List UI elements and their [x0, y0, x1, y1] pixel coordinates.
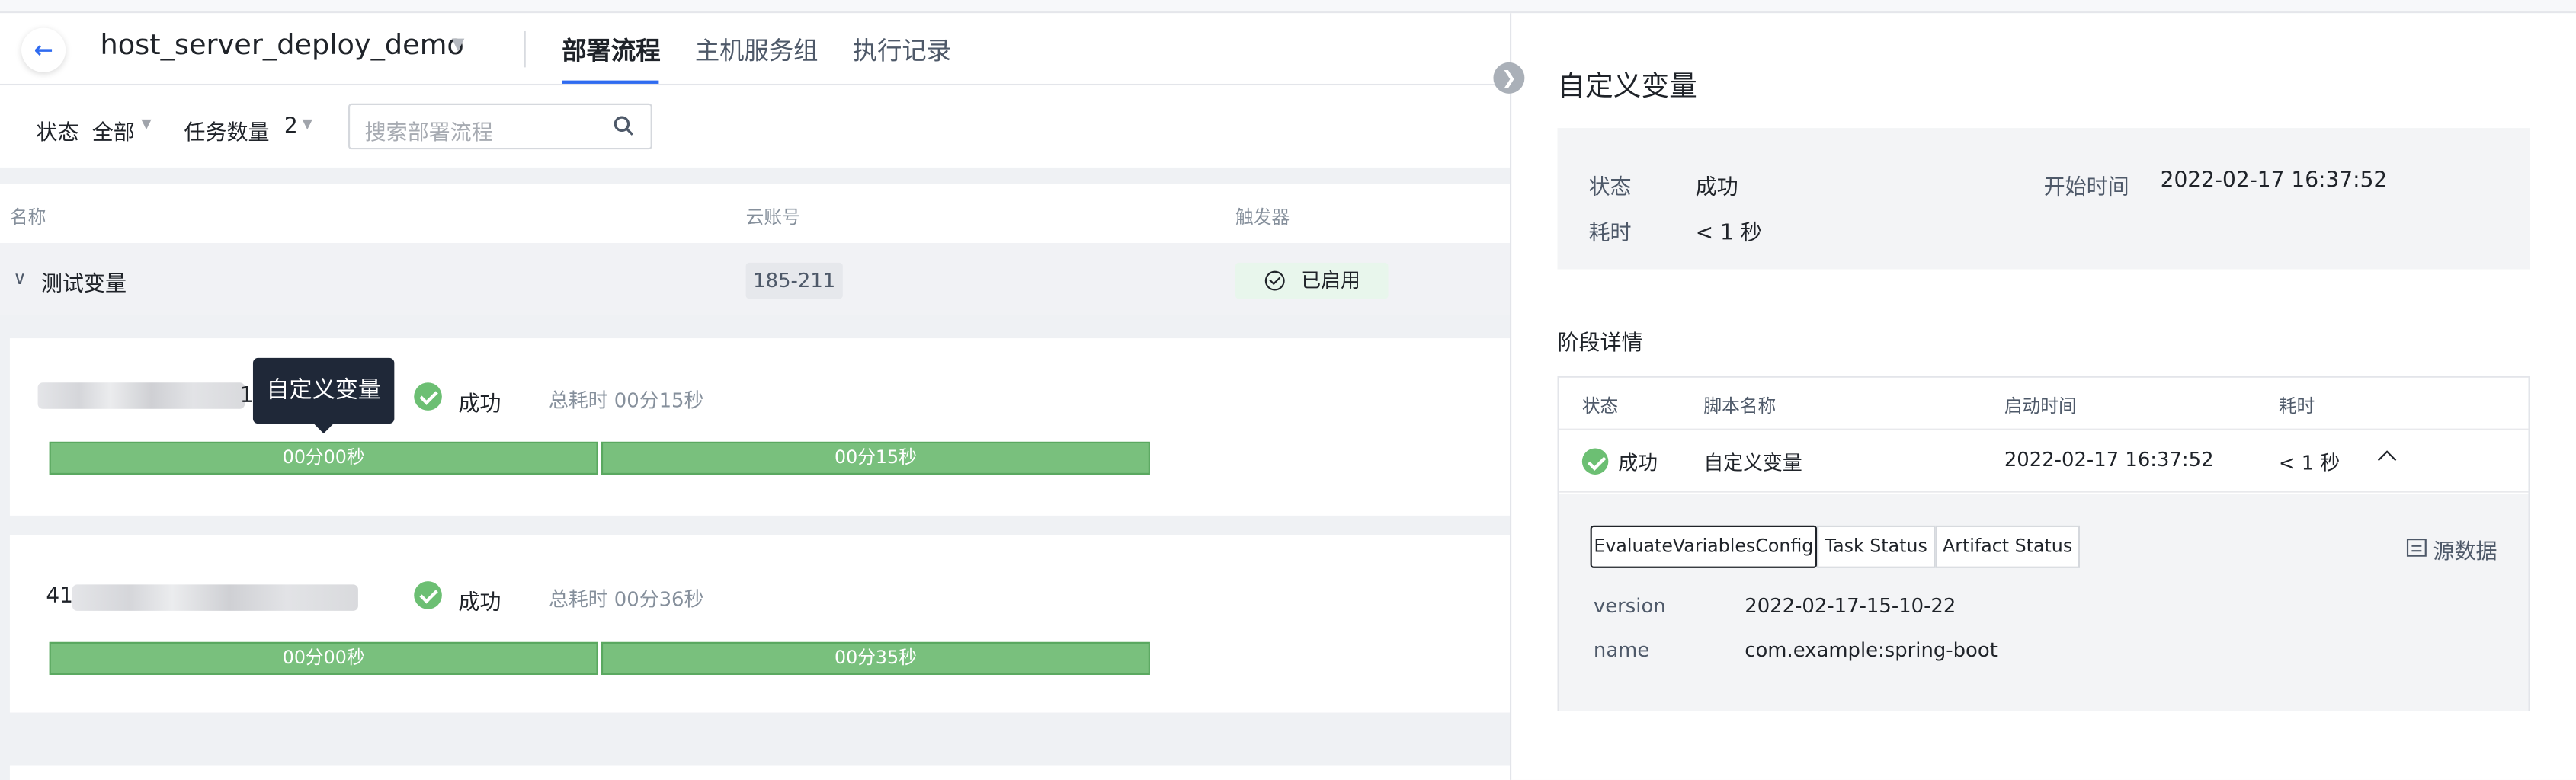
collapse-drawer-button[interactable]: ❯: [1493, 62, 1525, 94]
chevron-up-icon[interactable]: [2377, 450, 2397, 469]
kv-key: version: [1593, 594, 1666, 618]
elapsed-value: < 1 秒: [1695, 222, 1762, 247]
page-header: ← host_server_deploy_demo ▼ 部署流程 主机服务组 执…: [0, 13, 1512, 86]
chevron-right-icon: ❯: [1501, 67, 1517, 89]
tab-deploy-flow[interactable]: 部署流程: [562, 33, 660, 67]
tab-host-service-group[interactable]: 主机服务组: [695, 33, 819, 67]
stage-details-title: 阶段详情: [1557, 331, 1643, 356]
search-icon[interactable]: [613, 115, 634, 136]
run-total-duration: 总耗时 00分36秒: [548, 587, 704, 611]
back-button[interactable]: ←: [21, 27, 66, 72]
raw-data-label: 源数据: [2433, 540, 2498, 565]
trigger-status-text: 已启用: [1301, 269, 1360, 292]
status-filter-label: 状态: [36, 121, 79, 146]
run-card[interactable]: 41 成功 总耗时 00分36秒 00分00秒 00分35秒: [9, 535, 1512, 713]
chevron-down-icon[interactable]: ▼: [303, 117, 312, 131]
row-start-time: 2022-02-17 16:37:52: [2004, 448, 2214, 472]
success-icon: [414, 581, 442, 609]
list-icon: [2406, 539, 2427, 557]
run-id-suffix: 1: [239, 384, 254, 409]
kv-value: 2022-02-17-15-10-22: [1745, 594, 1956, 618]
column-script-name: 脚本名称: [1703, 395, 1777, 417]
status-filter-value[interactable]: 全部: [92, 115, 135, 146]
task-count-label: 任务数量: [184, 121, 270, 146]
run-id-prefix: 41: [46, 584, 74, 609]
task-count-value[interactable]: 2: [284, 115, 298, 139]
table-row[interactable]: 成功 自定义变量 2022-02-17 16:37:52 < 1 秒: [1559, 430, 2529, 493]
column-status: 状态: [1581, 395, 1619, 417]
chevron-down-icon[interactable]: ▼: [452, 36, 465, 54]
redacted-run-id: [72, 584, 358, 611]
account-tag: 185-211: [745, 262, 843, 299]
search-input[interactable]: 搜索部署流程: [348, 103, 652, 150]
column-elapsed: 耗时: [2278, 395, 2315, 417]
trigger-status-badge: 已启用: [1235, 262, 1389, 299]
check-circle-icon: [1264, 270, 1285, 291]
raw-data-button[interactable]: 源数据: [2406, 534, 2498, 565]
table-header: 名称 云账号 触发器: [0, 184, 1512, 244]
stage-tooltip: 自定义变量: [252, 357, 395, 434]
status-label: 状态: [1588, 175, 1632, 200]
kv-key: name: [1593, 638, 1650, 662]
active-tab-indicator: [562, 80, 659, 84]
redacted-run-id: [37, 382, 245, 409]
top-border: [0, 0, 2576, 14]
column-start-time: 启动时间: [2004, 395, 2077, 417]
start-time-value: 2022-02-17 16:37:52: [2160, 169, 2388, 194]
row-elapsed: < 1 秒: [2278, 451, 2341, 475]
status-value: 成功: [1695, 175, 1738, 200]
stage-table-header: 状态 脚本名称 启动时间 耗时: [1559, 378, 2529, 430]
group-name: 测试变量: [40, 272, 127, 298]
stage-table: 状态 脚本名称 启动时间 耗时 成功 自定义变量 2022-02-17 16:3…: [1557, 376, 2530, 711]
stage-expanded-detail: EvaluateVariablesConfig Task Status Arti…: [1559, 494, 2529, 711]
run-card[interactable]: 1 成功 总耗时 00分15秒 00分00秒 00分15秒: [9, 338, 1512, 516]
row-script-name: 自定义变量: [1703, 451, 1802, 475]
app-title[interactable]: host_server_deploy_demo: [100, 30, 463, 62]
filter-bar: 状态 全部 ▼ 任务数量 2 ▼ 搜索部署流程: [0, 85, 1512, 168]
arrow-left-icon: ←: [34, 37, 53, 63]
run-total-duration: 总耗时 00分15秒: [548, 388, 704, 413]
app-root: ← host_server_deploy_demo ▼ 部署流程 主机服务组 执…: [0, 0, 2576, 780]
stage-bar[interactable]: 00分00秒: [49, 441, 598, 475]
search-placeholder: 搜索部署流程: [364, 121, 493, 146]
tab-task-status[interactable]: Task Status: [1817, 525, 1936, 568]
success-icon: [1581, 448, 1609, 475]
run-status: 成功: [458, 392, 501, 417]
run-status: 成功: [458, 591, 501, 616]
group-row[interactable]: ∨ 测试变量 185-211 已启用: [0, 243, 1512, 315]
stage-summary: 状态 成功 开始时间 2022-02-17 16:37:52 耗时 < 1 秒: [1557, 128, 2530, 270]
tab-artifact-status[interactable]: Artifact Status: [1935, 525, 2080, 568]
tab-evaluate-variables-config[interactable]: EvaluateVariablesConfig: [1590, 525, 1818, 568]
start-time-label: 开始时间: [2043, 175, 2129, 200]
stage-bar[interactable]: 00分00秒: [49, 641, 598, 675]
stage-bar[interactable]: 00分15秒: [601, 441, 1150, 475]
divider: [524, 30, 526, 68]
stage-bar[interactable]: 00分35秒: [601, 641, 1150, 675]
chevron-down-icon[interactable]: ∨: [13, 267, 26, 289]
main-panel: ← host_server_deploy_demo ▼ 部署流程 主机服务组 执…: [0, 13, 1512, 780]
column-trigger: 触发器: [1235, 206, 1290, 229]
detail-drawer: 自定义变量 状态 成功 开始时间 2022-02-17 16:37:52 耗时 …: [1509, 13, 2576, 780]
kv-value: com.example:spring-boot: [1745, 638, 1998, 662]
column-account: 云账号: [745, 206, 800, 229]
next-run-card: [9, 765, 1512, 780]
elapsed-label: 耗时: [1588, 222, 1632, 247]
success-icon: [414, 382, 442, 411]
drawer-title: 自定义变量: [1557, 70, 1697, 104]
row-status: 成功: [1618, 451, 1658, 475]
tab-execution-records[interactable]: 执行记录: [853, 33, 951, 67]
chevron-down-icon[interactable]: ▼: [141, 117, 151, 131]
column-name: 名称: [9, 206, 46, 229]
